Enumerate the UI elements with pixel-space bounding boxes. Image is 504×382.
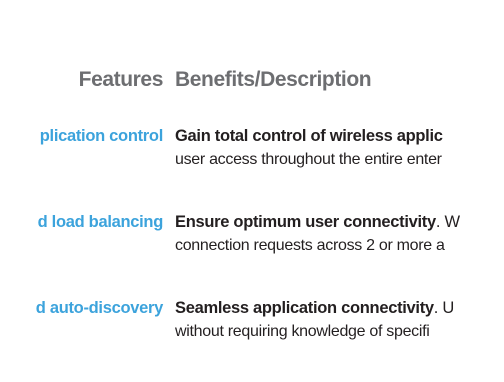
description-column-header: Benefits/Description	[175, 68, 372, 91]
benefit-headline-rest: . W	[435, 213, 460, 231]
benefit-headline: Gain total control of wireless applic	[175, 127, 443, 146]
benefit-headline-bold: Gain total control of wireless applic	[175, 127, 443, 145]
feature-label: d auto-discovery	[35, 299, 164, 317]
benefit-description: connection requests across 2 or more a	[175, 237, 445, 254]
benefit-headline: Seamless application connectivity. U	[175, 299, 454, 318]
table-header: Features Benefits/Description	[0, 68, 504, 98]
feature-label: plication control	[39, 127, 164, 145]
benefit-description: user access throughout the entire enter	[175, 151, 442, 168]
table-row: plication control Gain total control of …	[0, 127, 504, 171]
table-row: d auto-discovery Seamless application co…	[0, 299, 504, 343]
table-row: d load balancing Ensure optimum user con…	[0, 213, 504, 257]
features-column-header: Features	[78, 68, 164, 91]
benefit-headline-bold: Ensure optimum user connectivity	[175, 213, 436, 231]
feature-label: d load balancing	[37, 213, 164, 231]
benefit-headline-bold: Seamless application connectivity	[175, 299, 434, 317]
benefit-description: without requiring knowledge of specifi	[175, 323, 430, 340]
benefit-headline: Ensure optimum user connectivity. W	[175, 213, 460, 232]
benefit-headline-rest: . U	[433, 299, 454, 317]
